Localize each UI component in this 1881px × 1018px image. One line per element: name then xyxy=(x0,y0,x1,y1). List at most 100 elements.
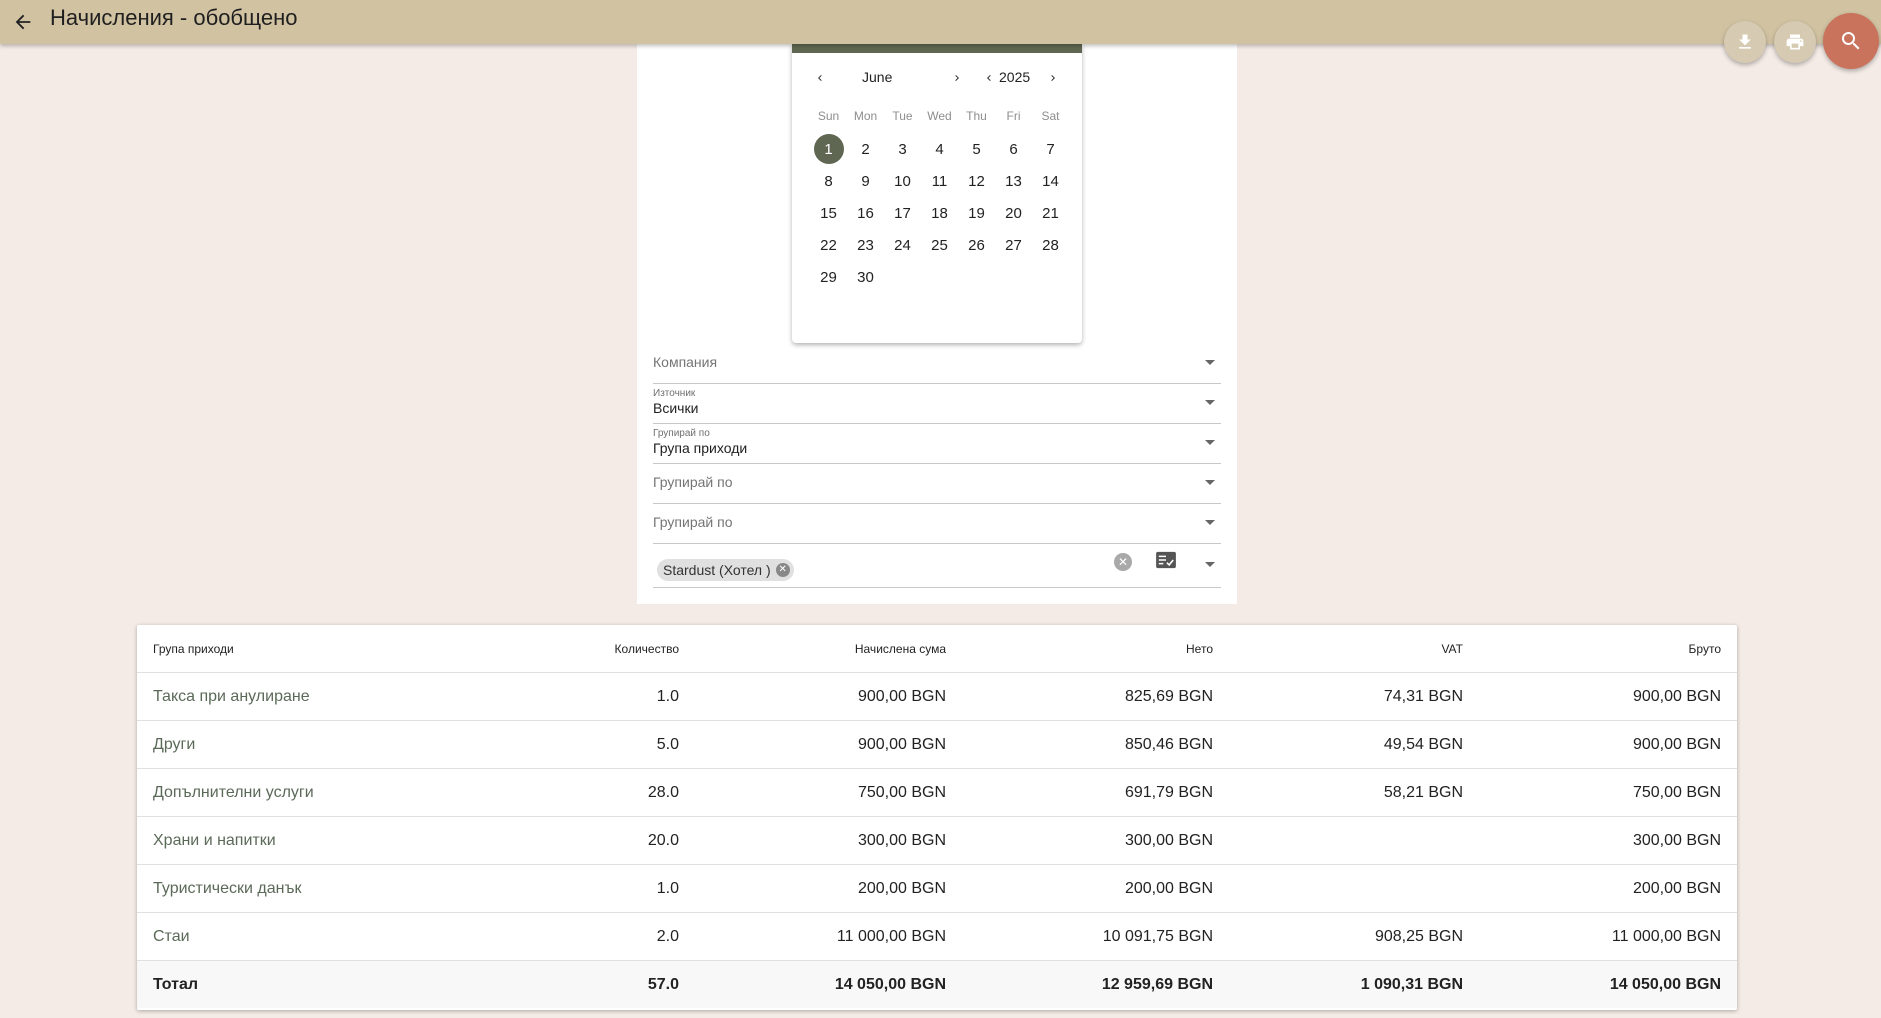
group-by-select-1[interactable]: Групирай по Група приходи xyxy=(653,423,1221,464)
calendar-day[interactable]: 24 xyxy=(884,229,921,261)
prev-month-button[interactable] xyxy=(810,66,830,90)
vat-cell: 49,54 BGN xyxy=(1229,720,1479,769)
calendar-day[interactable]: 4 xyxy=(921,133,958,165)
group-by-select-3[interactable]: Групирай по xyxy=(653,503,1221,544)
day-number: 18 xyxy=(931,204,948,222)
next-month-button[interactable] xyxy=(947,66,967,90)
weekday-header: Sun Mon Tue Wed Thu Fri Sat xyxy=(810,109,1069,123)
calendar-day[interactable]: 19 xyxy=(958,197,995,229)
calendar-day[interactable]: 9 xyxy=(847,165,884,197)
day-number: 30 xyxy=(857,268,874,286)
charged-cell: 200,00 BGN xyxy=(695,864,962,913)
weekday-label: Thu xyxy=(966,109,987,123)
day-number: 17 xyxy=(894,204,911,222)
property-multiselect[interactable]: Stardust (Хотел ) ✕ ✕ xyxy=(653,543,1221,588)
source-label: Източник xyxy=(653,388,696,399)
day-number: 27 xyxy=(1005,236,1022,254)
calendar-day[interactable]: 16 xyxy=(847,197,884,229)
back-button[interactable] xyxy=(5,4,41,40)
month-label[interactable]: June xyxy=(862,69,892,85)
group-by-select-2[interactable]: Групирай по xyxy=(653,463,1221,504)
prev-year-button[interactable] xyxy=(979,66,999,90)
total-vat: 1 090,31 BGN xyxy=(1229,960,1479,1008)
day-number: 1 xyxy=(813,134,844,164)
weekday-label: Sat xyxy=(1041,109,1060,123)
charged-cell: 750,00 BGN xyxy=(695,768,962,817)
calendar-day[interactable]: 25 xyxy=(921,229,958,261)
calendar-day[interactable]: 23 xyxy=(847,229,884,261)
calendar-day[interactable]: 17 xyxy=(884,197,921,229)
net-cell: 850,46 BGN xyxy=(962,720,1229,769)
net-cell: 691,79 BGN xyxy=(962,768,1229,817)
print-icon xyxy=(1786,34,1804,50)
column-header[interactable]: VAT xyxy=(1229,625,1479,673)
company-select[interactable]: Компания xyxy=(653,343,1221,384)
dropdown-arrow-icon xyxy=(1205,562,1215,567)
calendar-day[interactable]: 28 xyxy=(1032,229,1069,261)
total-row: Тотал 57.0 14 050,00 BGN 12 959,69 BGN 1… xyxy=(137,960,1737,1008)
quantity-cell: 2.0 xyxy=(330,912,695,961)
calendar-day[interactable]: 6 xyxy=(995,133,1032,165)
source-select[interactable]: Източник Всички xyxy=(653,383,1221,424)
calendar-day[interactable]: 21 xyxy=(1032,197,1069,229)
property-chip[interactable]: Stardust (Хотел ) ✕ xyxy=(657,559,794,581)
day-number: 24 xyxy=(894,236,911,254)
calendar-day[interactable]: 7 xyxy=(1032,133,1069,165)
clear-selection-icon[interactable]: ✕ xyxy=(1114,553,1132,571)
calendar-day[interactable]: 10 xyxy=(884,165,921,197)
day-number: 8 xyxy=(824,172,833,190)
year-label[interactable]: 2025 xyxy=(999,69,1030,85)
dropdown-arrow-icon xyxy=(1205,400,1215,405)
print-button[interactable] xyxy=(1774,21,1816,63)
column-header[interactable]: Бруто xyxy=(1479,625,1737,673)
table-row[interactable]: Стаи 2.0 11 000,00 BGN 10 091,75 BGN 908… xyxy=(137,912,1737,961)
charged-cell: 900,00 BGN xyxy=(695,672,962,721)
calendar-day[interactable]: 14 xyxy=(1032,165,1069,197)
table-row[interactable]: Такса при анулиране 1.0 900,00 BGN 825,6… xyxy=(137,672,1737,721)
table-row[interactable]: Допълнителни услуги 28.0 750,00 BGN 691,… xyxy=(137,768,1737,817)
chevron-left-icon xyxy=(818,75,822,81)
weekday-label: Sun xyxy=(817,109,840,123)
calendar-day[interactable]: 26 xyxy=(958,229,995,261)
calendar-day[interactable]: 2 xyxy=(847,133,884,165)
calendar-day[interactable]: 18 xyxy=(921,197,958,229)
calendar-day[interactable]: 12 xyxy=(958,165,995,197)
search-button[interactable] xyxy=(1823,13,1879,69)
calendar-day[interactable]: 22 xyxy=(810,229,847,261)
next-year-button[interactable] xyxy=(1043,66,1063,90)
vat-cell xyxy=(1229,816,1479,865)
calendar-day[interactable]: 3 xyxy=(884,133,921,165)
table-row[interactable]: Храни и напитки 20.0 300,00 BGN 300,00 B… xyxy=(137,816,1737,865)
calendar-day[interactable]: 29 xyxy=(810,261,847,293)
app-bar: Начисления - обобщено xyxy=(0,0,1881,44)
quantity-cell: 28.0 xyxy=(330,768,695,817)
selected-day[interactable]: 1 xyxy=(810,133,847,165)
calendar-day[interactable]: 27 xyxy=(995,229,1032,261)
table-row[interactable]: Други 5.0 900,00 BGN 850,46 BGN 49,54 BG… xyxy=(137,720,1737,769)
total-quantity: 57.0 xyxy=(330,960,695,1008)
column-header[interactable]: Начислена сума xyxy=(695,625,962,673)
calendar-day[interactable]: 8 xyxy=(810,165,847,197)
day-number: 20 xyxy=(1005,204,1022,222)
calendar-day[interactable]: 13 xyxy=(995,165,1032,197)
net-cell: 10 091,75 BGN xyxy=(962,912,1229,961)
calendar-day[interactable]: 11 xyxy=(921,165,958,197)
calendar-day[interactable]: 5 xyxy=(958,133,995,165)
table-row[interactable]: Туристически данък 1.0 200,00 BGN 200,00… xyxy=(137,864,1737,913)
day-number: 25 xyxy=(931,236,948,254)
day-number: 21 xyxy=(1042,204,1059,222)
day-number: 5 xyxy=(972,140,981,158)
vat-cell: 908,25 BGN xyxy=(1229,912,1479,961)
weekday-label: Tue xyxy=(892,109,913,123)
calendar-day[interactable]: 15 xyxy=(810,197,847,229)
calendar-day[interactable]: 20 xyxy=(995,197,1032,229)
column-header[interactable]: Количество xyxy=(330,625,695,673)
column-header[interactable]: Група приходи xyxy=(137,625,330,673)
column-header[interactable]: Нето xyxy=(962,625,1229,673)
select-all-icon[interactable] xyxy=(1155,551,1177,569)
remove-chip-icon[interactable]: ✕ xyxy=(775,563,790,577)
calendar-day[interactable]: 30 xyxy=(847,261,884,293)
download-button[interactable] xyxy=(1724,21,1766,63)
page-title: Начисления - обобщено xyxy=(50,5,298,30)
total-net: 12 959,69 BGN xyxy=(962,960,1229,1008)
